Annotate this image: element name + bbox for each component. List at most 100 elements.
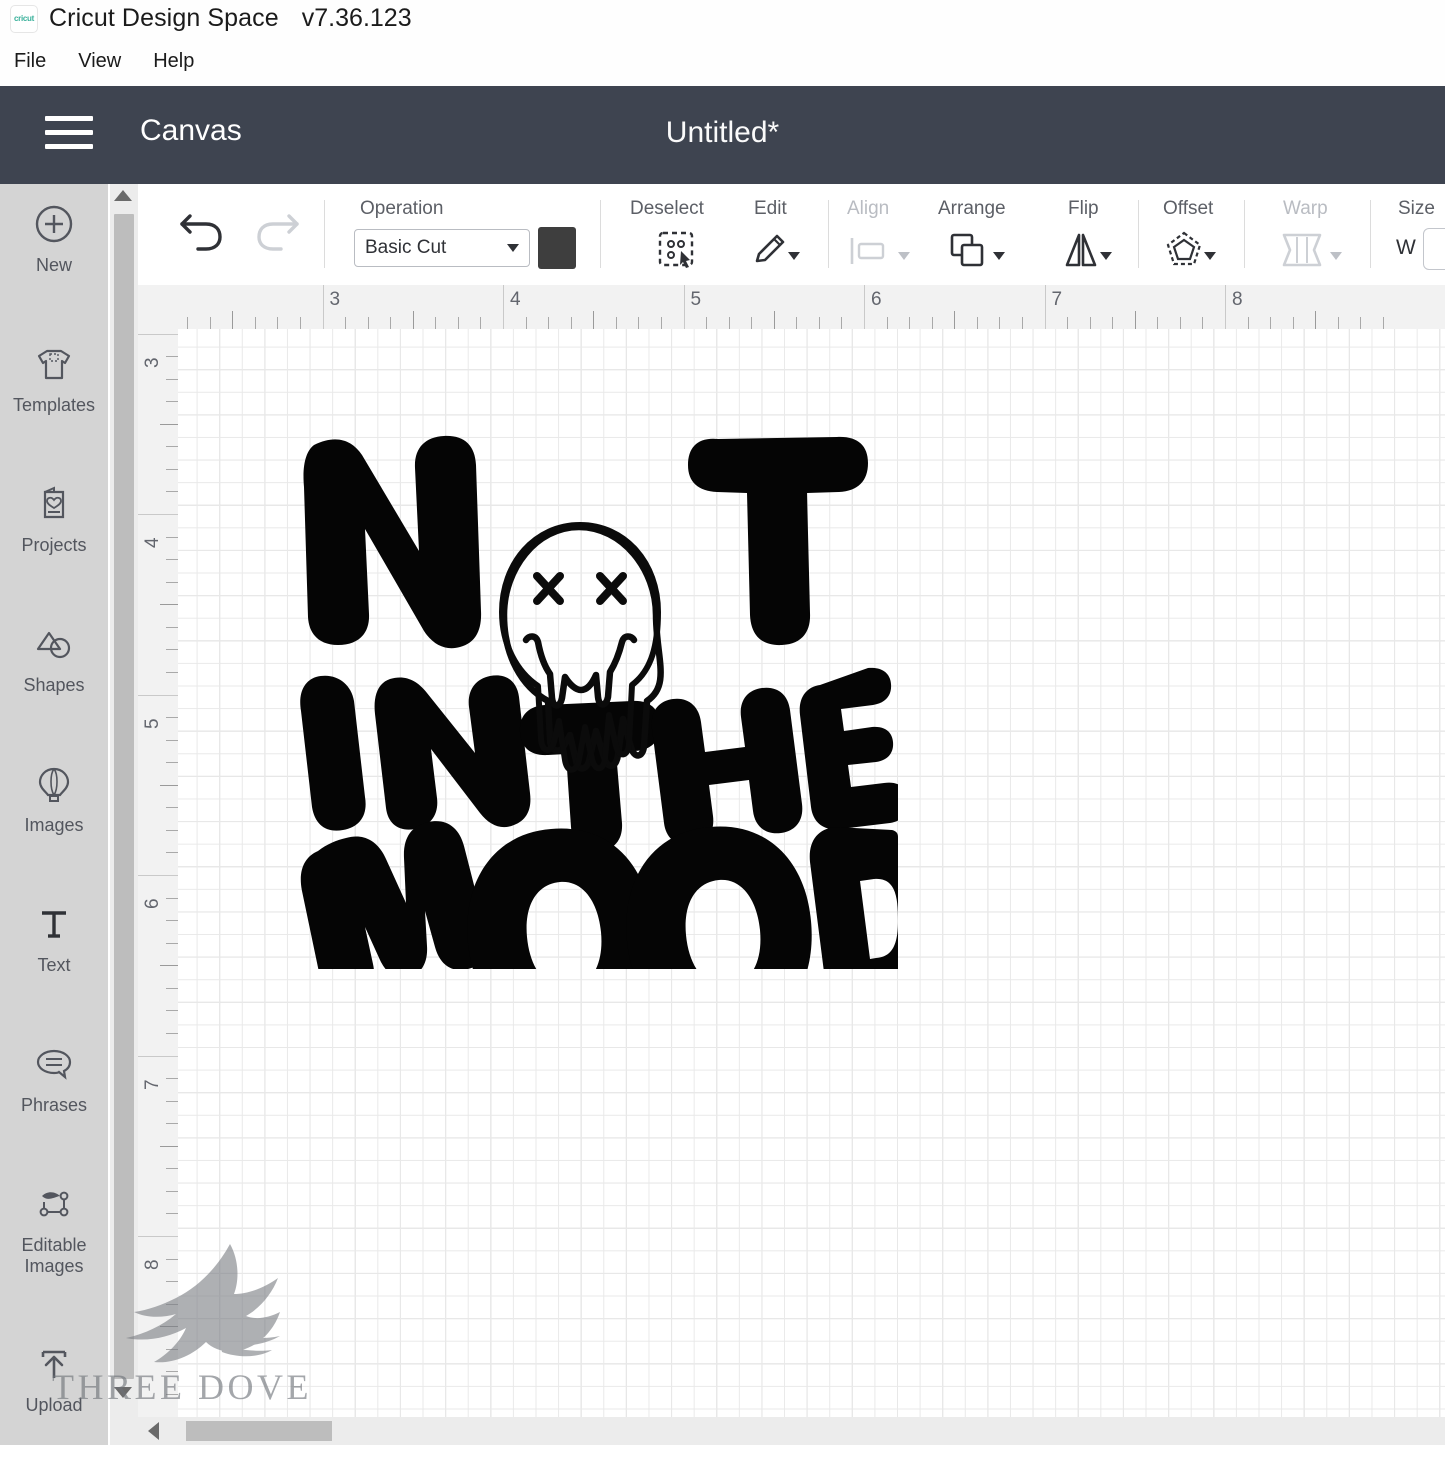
flip-dropdown-caret[interactable] xyxy=(1100,247,1112,265)
operation-select[interactable]: Basic Cut xyxy=(354,229,530,267)
menu-item-view[interactable]: View xyxy=(78,50,121,73)
ruler-tick xyxy=(1202,317,1204,329)
cricut-design-space-window: cricut Cricut Design Space v7.36.123 Fil… xyxy=(0,0,1445,1445)
ruler-tick xyxy=(435,317,437,329)
triangle-up-icon[interactable] xyxy=(114,190,134,208)
sidebar-item-images[interactable]: Images xyxy=(0,744,108,884)
width-input[interactable] xyxy=(1423,228,1445,270)
operation-color-swatch[interactable] xyxy=(538,227,576,269)
flip-button[interactable] xyxy=(1060,229,1102,276)
sidebar-scroll-thumb[interactable] xyxy=(114,214,134,1379)
arrange-dropdown-caret[interactable] xyxy=(993,247,1005,265)
sidebar-item-phrases[interactable]: Phrases xyxy=(0,1024,108,1164)
sidebar-item-label: Templates xyxy=(12,395,96,415)
arrange-button[interactable] xyxy=(948,231,990,274)
ruler-tick xyxy=(1179,317,1181,329)
app-version: v7.36.123 xyxy=(301,4,412,32)
sidebar-item-editable-images[interactable]: Editable Images xyxy=(0,1164,108,1324)
menu-item-file[interactable]: File xyxy=(14,50,46,73)
deselect-button[interactable] xyxy=(656,229,700,276)
ruler-tick xyxy=(166,1371,178,1373)
app-title-row: cricut Cricut Design Space v7.36.123 xyxy=(10,4,412,33)
ruler-tick xyxy=(166,649,178,651)
ruler-tick xyxy=(457,317,459,329)
ruler-tick xyxy=(976,317,978,329)
ruler-tick-label: 4 xyxy=(510,289,521,310)
ruler-tick xyxy=(166,897,178,899)
sidebar-item-shapes[interactable]: Shapes xyxy=(0,604,108,744)
sidebar-item-templates[interactable]: Templates xyxy=(0,324,108,464)
ruler-tick xyxy=(166,829,178,831)
triangle-down-icon[interactable] xyxy=(114,1387,134,1405)
ruler-tick xyxy=(166,491,178,493)
ruler-tick-label: 8 xyxy=(142,1259,163,1270)
ruler-tick xyxy=(570,317,572,329)
ruler-tick xyxy=(166,1258,178,1260)
design-canvas[interactable]: 125% xyxy=(178,329,1445,1445)
edit-button[interactable] xyxy=(750,229,790,274)
ruler-tick xyxy=(166,671,178,673)
ruler-tick xyxy=(166,581,178,583)
sidebar-item-upload[interactable]: Upload xyxy=(0,1324,108,1464)
ruler-tick xyxy=(160,1326,178,1328)
ruler-tick xyxy=(160,604,178,606)
menu-item-help[interactable]: Help xyxy=(153,50,194,73)
ruler-tick xyxy=(166,1303,178,1305)
redo-button xyxy=(253,210,309,263)
ruler-tick xyxy=(160,784,178,786)
ruler-tick xyxy=(166,942,178,944)
cricut-logo-text: cricut xyxy=(14,14,34,23)
ruler-tick xyxy=(1270,317,1272,329)
sidebar-item-label: Images xyxy=(24,815,84,835)
triangle-left-icon[interactable] xyxy=(148,1422,159,1440)
ruler-tick xyxy=(412,311,414,329)
ruler-tick xyxy=(166,987,178,989)
ruler-major-line xyxy=(138,1236,178,1237)
ruler-tick xyxy=(1021,317,1023,329)
horizontal-scroll-thumb[interactable] xyxy=(186,1421,332,1441)
size-label: Size xyxy=(1398,198,1435,219)
ruler-tick xyxy=(166,1078,178,1080)
chevron-down-icon xyxy=(898,252,910,260)
offset-button[interactable] xyxy=(1163,229,1205,276)
upload-arrow-icon xyxy=(32,1342,76,1386)
sidebar-scrollbar[interactable] xyxy=(110,184,138,1445)
speech-bubble-icon xyxy=(32,1042,76,1086)
window-titlebar: cricut Cricut Design Space v7.36.123 Fil… xyxy=(0,0,1445,86)
arrange-label: Arrange xyxy=(938,198,1006,219)
ruler-major-line xyxy=(138,694,178,696)
edit-dropdown-caret[interactable] xyxy=(788,247,800,265)
ruler-major-line xyxy=(864,285,865,329)
ruler-tick xyxy=(166,1123,178,1125)
ruler-tick-label: 4 xyxy=(142,537,163,548)
ruler-tick xyxy=(593,311,595,329)
offset-dropdown-caret[interactable] xyxy=(1204,247,1216,265)
undo-button[interactable] xyxy=(176,210,232,263)
ruler-tick xyxy=(166,1213,178,1215)
ruler-tick xyxy=(548,317,550,329)
ruler-tick xyxy=(166,559,178,561)
ruler-major-line xyxy=(138,1055,178,1057)
ruler-tick xyxy=(818,317,820,329)
chevron-down-icon xyxy=(507,244,519,252)
sidebar-item-projects[interactable]: Projects xyxy=(0,464,108,604)
ruler-tick xyxy=(166,717,178,719)
vertical-ruler: 2345678 xyxy=(138,329,179,1445)
operation-selected-value: Basic Cut xyxy=(365,237,447,258)
left-sidebar: New Templates Projects Shapes Images Tex… xyxy=(0,184,108,1445)
ruler-tick xyxy=(166,1393,178,1395)
ruler-tick xyxy=(390,317,392,329)
ruler-tick xyxy=(166,1032,178,1034)
align-dropdown-caret xyxy=(898,247,910,265)
sidebar-item-new[interactable]: New xyxy=(0,184,108,324)
ruler-tick xyxy=(1112,317,1114,329)
not-in-the-mood-design[interactable] xyxy=(298,409,898,969)
document-title[interactable]: Untitled* xyxy=(0,116,1445,150)
ruler-tick xyxy=(160,1145,178,1147)
ruler-tick-label: 8 xyxy=(1232,289,1243,310)
horizontal-scrollbar[interactable] xyxy=(138,1417,1445,1445)
ruler-tick xyxy=(1134,311,1136,329)
ruler-major-line xyxy=(322,285,324,329)
sidebar-item-text[interactable]: Text xyxy=(0,884,108,1024)
ruler-tick xyxy=(728,317,730,329)
